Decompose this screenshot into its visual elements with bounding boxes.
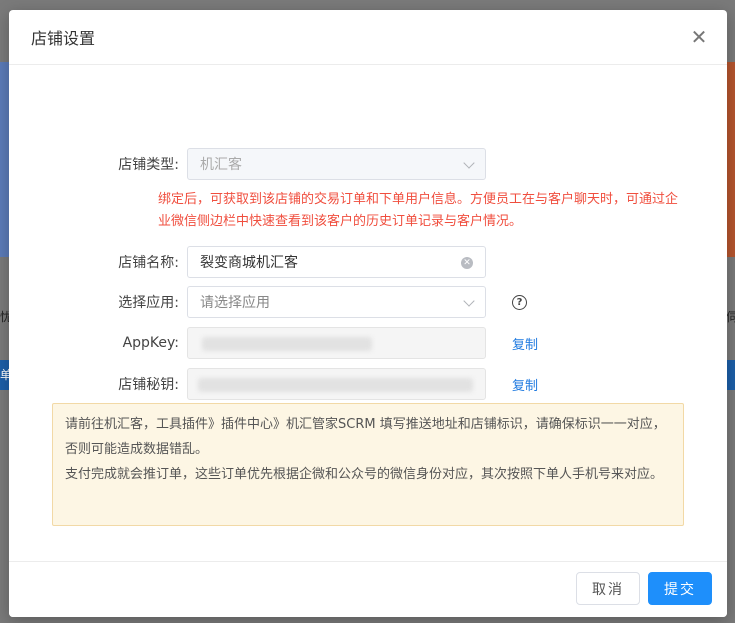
store-secret-field[interactable] [187,368,486,400]
store-type-value: 机汇客 [200,157,242,173]
appkey-field[interactable] [187,327,486,359]
dialog-title: 店铺设置 [31,29,96,48]
store-type-row: 店铺类型: 机汇客 [9,148,486,180]
store-secret-label: 店铺秘钥: [118,377,179,393]
store-type-select[interactable]: 机汇客 [187,148,486,180]
dialog-header: 店铺设置 ✕ [9,10,727,65]
store-name-label: 店铺名称: [118,255,179,271]
submit-button[interactable]: 提交 [648,572,712,605]
notice-box: 请前往机汇客，工具插件》插件中心》机汇管家SCRM 填写推送地址和店铺标识，请确… [52,403,684,526]
redacted-value [198,378,473,392]
select-app-placeholder: 请选择应用 [200,295,270,311]
chevron-down-icon [463,157,475,169]
copy-secret-link[interactable]: 复制 [512,375,538,394]
background-bar-text: 单 [0,368,9,382]
appkey-label: AppKey: [122,335,179,351]
store-name-row: 店铺名称: 裂变商城机汇客 ✕ [9,246,486,278]
chevron-down-icon [463,295,475,307]
dialog-footer: 取消 提交 [9,561,727,617]
redacted-value [202,337,372,351]
select-app-dropdown[interactable]: 请选择应用 [187,286,486,318]
store-secret-row: 店铺秘钥: 复制 [9,368,538,400]
binding-warning-text: 绑定后，可获取到该店铺的交易订单和下单用户信息。方便员工在与客户聊天时，可通过企… [158,192,679,229]
close-icon[interactable]: ✕ [689,27,709,47]
help-icon[interactable]: ? [512,294,527,310]
notice-line-2: 支付完成就会推订单，这些订单优先根据企微和公众号的微信身份对应，其次按照下单人手… [65,467,664,482]
notice-line-1: 请前往机汇客，工具插件》插件中心》机汇管家SCRM 填写推送地址和店铺标识，请确… [65,417,666,457]
store-name-input[interactable]: 裂变商城机汇客 ✕ [187,246,486,278]
background-text-right: 伺 [726,310,735,324]
copy-appkey-link[interactable]: 复制 [512,334,538,353]
background-text-left: 忧 [0,310,9,324]
store-name-value: 裂变商城机汇客 [200,255,298,271]
select-app-label: 选择应用: [118,295,179,311]
clear-icon[interactable]: ✕ [461,257,473,269]
cancel-button[interactable]: 取消 [576,572,640,605]
store-type-label: 店铺类型: [118,157,179,173]
select-app-row: 选择应用: 请选择应用 ? [9,286,527,318]
appkey-row: AppKey: 复制 [9,327,538,359]
store-settings-dialog: 店铺设置 ✕ 店铺类型: 机汇客 绑定后，可获取到该店铺的交易订单和下单用户信息… [9,10,727,617]
